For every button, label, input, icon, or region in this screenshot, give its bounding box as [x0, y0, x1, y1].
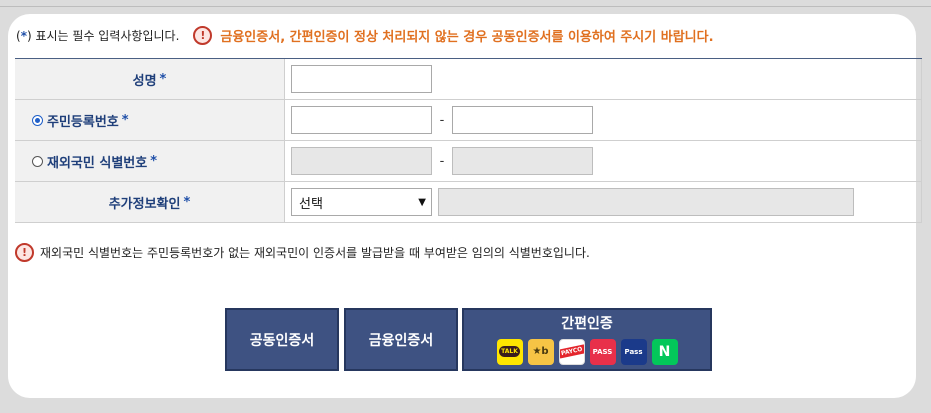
extra-info-row: 추가정보확인 * 선택 ▼	[15, 182, 922, 223]
payco-icon: PAYCO	[558, 338, 585, 365]
rrn-back-input[interactable]	[452, 106, 593, 134]
rrn-front-input[interactable]	[291, 106, 432, 134]
kakaotalk-icon-text: TALK	[499, 346, 520, 357]
extra-info-select[interactable]: 선택 ▼	[291, 188, 432, 216]
simple-auth-label: 간편인증	[561, 315, 613, 332]
rrn-separator: -	[439, 112, 445, 128]
alert-icon: !	[193, 25, 213, 45]
rrn-label-text: 주민등록번호	[47, 114, 119, 130]
extra-info-field-cell: 선택 ▼	[285, 182, 922, 222]
rrn-row: 주민등록번호 * -	[15, 100, 922, 141]
footnote-text: 재외국민 식별번호는 주민등록번호가 없는 재외국민이 인증서를 발급받을 때 …	[40, 245, 590, 260]
rrn-option[interactable]: 주민등록번호 *	[15, 100, 285, 140]
name-field-cell	[285, 59, 922, 99]
financial-cert-button[interactable]: 금융인증서	[344, 308, 458, 371]
required-mark: *	[159, 71, 167, 87]
foreign-id-row: 재외국민 식별번호 * -	[15, 141, 922, 182]
extra-info-label-text: 추가정보확인	[108, 196, 181, 212]
payco-icon-text: PAYCO	[559, 344, 584, 359]
name-row: 성명 *	[15, 59, 922, 100]
foreign-id-field-cell: -	[285, 141, 922, 181]
foreign-id-radio[interactable]	[32, 155, 43, 167]
required-mark: *	[183, 194, 191, 210]
required-mark: *	[150, 153, 158, 169]
warning-text: 금융인증서, 간편인증이 정상 처리되지 않는 경우 공동인증서를 이용하여 주…	[220, 29, 714, 45]
alert-icon: !	[15, 242, 34, 262]
name-label: 성명 *	[15, 59, 285, 99]
foreign-id-label-text: 재외국민 식별번호	[47, 155, 148, 171]
top-divider	[0, 6, 931, 7]
kb-icon: ★b	[527, 338, 554, 365]
required-mark: *	[121, 112, 129, 128]
simple-auth-button[interactable]: 간편인증 TALK ★b PAYCO PASS Pass N	[462, 308, 712, 371]
rrn-field-cell: -	[285, 100, 922, 140]
foreign-id-footnote: ! 재외국민 식별번호는 주민등록번호가 없는 재외국민이 인증서를 발급받을 …	[15, 242, 590, 262]
foreign-id-separator: -	[439, 153, 445, 169]
extra-info-select-value: 선택	[299, 196, 323, 212]
joint-cert-button[interactable]: 공동인증서	[225, 308, 339, 371]
rrn-radio[interactable]	[32, 114, 43, 126]
dropdown-arrow-icon: ▼	[418, 196, 426, 208]
pass-icon: PASS	[589, 338, 616, 365]
foreign-id-front-input	[291, 147, 432, 175]
joint-cert-label: 공동인증서	[249, 332, 315, 349]
required-legend: (*) 표시는 필수 입력사항입니다.	[16, 27, 179, 44]
kakaotalk-icon: TALK	[496, 338, 523, 365]
name-label-text: 성명	[132, 73, 157, 89]
name-input[interactable]	[291, 65, 432, 93]
foreign-id-back-input	[452, 147, 593, 175]
legend-text: ) 표시는 필수 입력사항입니다.	[26, 28, 180, 43]
notice-bar: (*) 표시는 필수 입력사항입니다. ! 금융인증서, 간편인증이 정상 처리…	[16, 24, 714, 46]
naver-icon: N	[651, 338, 678, 365]
financial-cert-label: 금융인증서	[368, 332, 434, 349]
foreign-id-option[interactable]: 재외국민 식별번호 *	[15, 141, 285, 181]
extra-info-input	[438, 188, 854, 216]
samsung-pass-icon: Pass	[620, 338, 647, 365]
identity-form: 성명 * 주민등록번호 * - 재외국민 식별번호 * - 추가정보확인 * 선…	[15, 58, 922, 223]
extra-info-label: 추가정보확인 *	[15, 182, 285, 222]
simple-auth-providers: TALK ★b PAYCO PASS Pass N	[496, 338, 678, 365]
